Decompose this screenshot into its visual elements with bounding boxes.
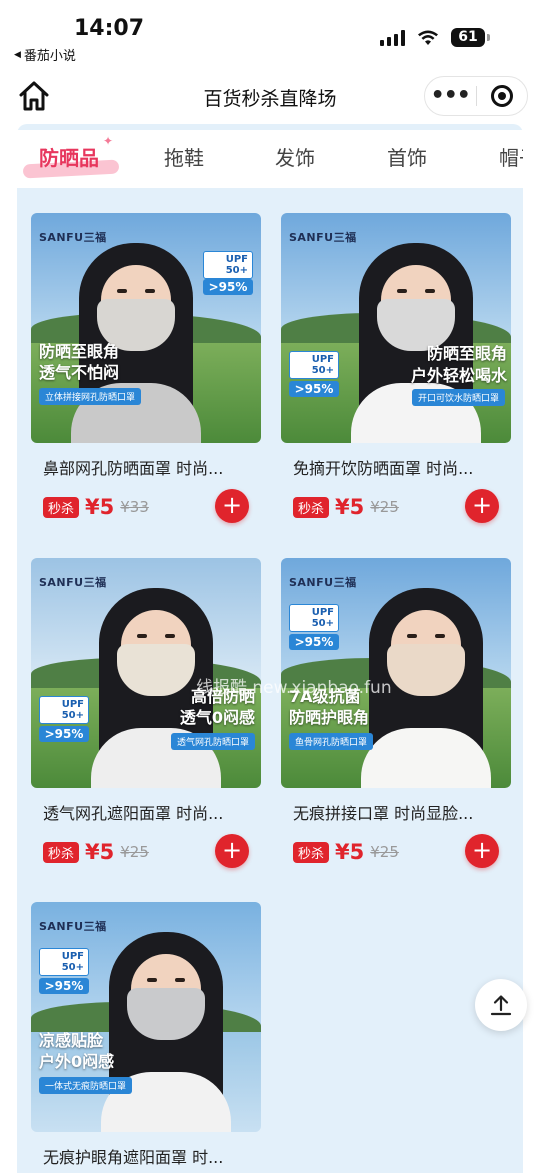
sale-price: ¥5 (85, 840, 115, 864)
sale-price: ¥5 (335, 495, 365, 519)
original-price: ¥33 (120, 498, 149, 516)
tagline: 一体式无痕防晒口罩 (39, 1077, 133, 1094)
flash-sale-badge: 秒杀 (293, 841, 330, 863)
slogan-line-1: 凉感贴脸 (39, 1031, 104, 1050)
price-row: 秒杀 ¥5 ¥25 (293, 495, 399, 519)
back-triangle-icon: ◀ (14, 49, 21, 60)
tagline: 鱼骨网孔防晒口罩 (289, 733, 374, 750)
status-bar: 14:07 ◀ 番茄小说 61 (0, 0, 540, 70)
battery-icon: 61 (451, 28, 490, 47)
scroll-to-top-button[interactable] (475, 979, 527, 1031)
product-name[interactable]: 无痕护眼角遮阳面罩 时... (43, 1144, 253, 1168)
upf-label: UPF 50+ (39, 948, 89, 976)
upf-label: UPF 50+ (39, 696, 89, 724)
brand-logo: SANFU三福 (39, 231, 107, 244)
slogan-line-1: 防晒至眼角 (426, 344, 507, 363)
slogan-line-2: 透气0闷感 (179, 708, 255, 727)
tagline: 立体拼接网孔防晒口罩 (39, 388, 142, 405)
original-price: ¥25 (370, 498, 399, 516)
upf-label: UPF 50+ (289, 351, 339, 379)
nav-bar: 百货秒杀直降场 ••• (0, 70, 540, 124)
slogan-line-2: 透气不怕闷 (39, 363, 120, 382)
category-tabs: ✦ 防晒品 拖鞋 发饰 首饰 帽子 (17, 124, 523, 188)
product-name[interactable]: 免摘开饮防晒面罩 时尚... (293, 455, 503, 479)
product-name[interactable]: 鼻部网孔防晒面罩 时尚... (43, 455, 253, 479)
back-to-app-link[interactable]: ◀ 番茄小说 (14, 45, 76, 64)
product-name[interactable]: 无痕拼接口罩 时尚显脸... (293, 800, 503, 824)
wifi-icon (417, 29, 439, 46)
upf-rate: >95% (39, 978, 89, 994)
mini-program-close-icon[interactable] (476, 85, 527, 107)
flash-sale-badge: 秒杀 (43, 496, 80, 518)
price-row: 秒杀 ¥5 ¥33 (43, 495, 149, 519)
add-to-cart-button[interactable]: + (215, 834, 249, 868)
flash-sale-badge: 秒杀 (43, 841, 80, 863)
brand-logo: SANFU三福 (289, 231, 357, 244)
original-price: ¥25 (120, 843, 149, 861)
add-to-cart-button[interactable]: + (215, 489, 249, 523)
slogan-line-2: 防晒护眼角 (289, 708, 370, 727)
brand-logo: SANFU三福 (39, 576, 107, 589)
add-to-cart-button[interactable]: + (465, 834, 499, 868)
sparkle-icon: ✦ (103, 134, 114, 148)
add-to-cart-button[interactable]: + (465, 489, 499, 523)
tab-sunscreen[interactable]: 防晒品 (39, 142, 99, 171)
mini-program-capsule: ••• (424, 76, 528, 116)
upf-rate: >95% (289, 634, 339, 650)
brand-logo: SANFU三福 (39, 920, 107, 933)
battery-level: 61 (451, 28, 485, 47)
price-row: 秒杀 ¥5 ¥25 (293, 840, 399, 864)
upf-label: UPF 50+ (203, 251, 253, 279)
cellular-signal-icon (380, 29, 405, 46)
arrow-up-icon (490, 995, 512, 1016)
price-row: 秒杀 ¥5 ¥25 (43, 840, 149, 864)
status-time: 14:07 (74, 16, 145, 41)
tab-slippers[interactable]: 拖鞋 (164, 142, 204, 171)
watermark-text: 线报酷 new.xianbao.fun (196, 678, 392, 698)
sale-price: ¥5 (335, 840, 365, 864)
more-dots-icon[interactable]: ••• (425, 77, 476, 115)
tab-hats[interactable]: 帽子 (499, 142, 523, 171)
tab-jewelry[interactable]: 首饰 (387, 142, 427, 171)
original-price: ¥25 (370, 843, 399, 861)
upf-rate: >95% (289, 381, 339, 397)
slogan-line-2: 户外轻松喝水 (410, 366, 507, 385)
product-name[interactable]: 透气网孔遮阳面罩 时尚... (43, 800, 253, 824)
slogan-line-2: 户外0闷感 (39, 1052, 115, 1071)
flash-sale-badge: 秒杀 (293, 496, 330, 518)
brand-logo: SANFU三福 (289, 576, 357, 589)
tab-hair-accessories[interactable]: 发饰 (275, 142, 315, 171)
tagline: 开口可饮水防晒口罩 (411, 389, 505, 406)
back-app-label: 番茄小说 (23, 49, 76, 64)
product-image[interactable]: SANFU三福 UPF 50+ >95% 防晒至眼角 户外轻松喝水 开口可饮水防… (281, 213, 511, 443)
sale-price: ¥5 (85, 495, 115, 519)
tagline: 透气网孔防晒口罩 (170, 733, 255, 750)
product-image[interactable]: SANFU三福 UPF 50+ >95% 防晒至眼角 透气不怕闷 立体拼接网孔防… (31, 213, 261, 443)
slogan-line-1: 防晒至眼角 (39, 342, 120, 361)
upf-label: UPF 50+ (289, 604, 339, 632)
product-image[interactable]: SANFU三福 UPF 50+ >95% 凉感贴脸 户外0闷感 一体式无痕防晒口… (31, 902, 261, 1132)
upf-rate: >95% (203, 279, 253, 295)
upf-rate: >95% (39, 726, 89, 742)
status-icons: 61 (380, 28, 490, 47)
